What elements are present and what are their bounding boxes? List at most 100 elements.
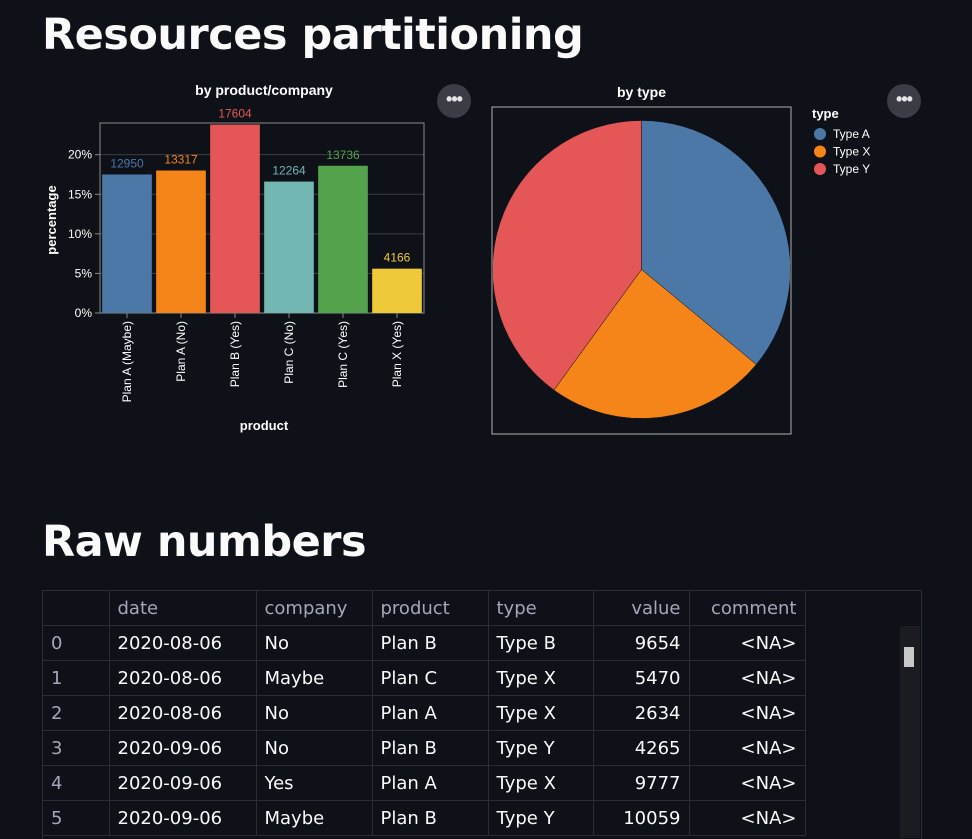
cell-product[interactable]: Plan B — [372, 730, 489, 766]
legend-title: type — [812, 106, 839, 121]
cell-type[interactable]: Type Y — [488, 800, 594, 836]
data-table[interactable]: date company product type value comment … — [42, 590, 922, 839]
chart-menu-button[interactable]: ••• — [437, 84, 471, 118]
scrollbar-thumb[interactable] — [904, 647, 914, 667]
x-axis-label: product — [240, 418, 289, 433]
chart-title: by product/company — [195, 82, 333, 98]
cell-type[interactable]: Type X — [488, 765, 594, 801]
column-header-comment[interactable]: comment — [689, 591, 806, 626]
cell-type[interactable]: Type Y — [488, 730, 594, 766]
column-header-company[interactable]: company — [256, 591, 373, 626]
legend-label: Type Y — [833, 162, 870, 176]
x-tick-label: Plan C (No) — [282, 321, 296, 384]
legend-label: Type X — [833, 145, 870, 159]
y-tick-label: 10% — [68, 227, 92, 241]
cell-date[interactable]: 2020-09-06 — [109, 800, 257, 836]
cell-product[interactable]: Plan A — [372, 695, 489, 731]
cell-type[interactable]: Type X — [488, 695, 594, 731]
bar — [102, 174, 152, 313]
column-header-index[interactable] — [43, 591, 110, 626]
table-row[interactable]: 2 2020-08-06 No Plan A Type X 2634 <NA> — [43, 695, 806, 731]
cell-value[interactable]: 5470 — [593, 660, 690, 696]
cell-company[interactable]: No — [256, 730, 373, 766]
bar — [210, 124, 260, 313]
cell-comment[interactable]: <NA> — [689, 800, 806, 836]
more-horizontal-icon: ••• — [446, 89, 463, 109]
row-index[interactable]: 0 — [43, 625, 110, 661]
y-axis-label: percentage — [44, 185, 59, 254]
row-index[interactable]: 3 — [43, 730, 110, 766]
x-tick-label: Plan X (Yes) — [390, 321, 404, 387]
bar-data-label: 4166 — [384, 251, 411, 265]
bar — [318, 165, 368, 313]
bar — [372, 268, 422, 313]
bar-data-label: 12264 — [272, 164, 306, 178]
table-scrollbar[interactable] — [900, 626, 920, 838]
row-index[interactable]: 1 — [43, 660, 110, 696]
bar — [264, 181, 314, 313]
chart-menu-button[interactable]: ••• — [887, 84, 921, 118]
page-title: Resources partitioning — [42, 10, 584, 60]
column-header-type[interactable]: type — [488, 591, 594, 626]
section-title-raw-numbers: Raw numbers — [42, 517, 367, 567]
y-tick-label: 0% — [75, 306, 93, 320]
row-index[interactable]: 5 — [43, 800, 110, 836]
y-tick-label: 15% — [68, 187, 92, 201]
chart-title: by type — [617, 84, 666, 100]
cell-value[interactable]: 4265 — [593, 730, 690, 766]
cell-comment[interactable]: <NA> — [689, 660, 806, 696]
bar-chart-svg: by product/company 0% 5% 10% 15% 20% 12950 Plan… — [44, 82, 425, 433]
cell-date[interactable]: 2020-08-06 — [109, 695, 257, 731]
cell-company[interactable]: Yes — [256, 765, 373, 801]
x-tick-label: Plan A (No) — [174, 321, 188, 382]
cell-date[interactable]: 2020-09-06 — [109, 730, 257, 766]
table-row[interactable]: 3 2020-09-06 No Plan B Type Y 4265 <NA> — [43, 730, 806, 766]
cell-value[interactable]: 9777 — [593, 765, 690, 801]
cell-company[interactable]: Maybe — [256, 800, 373, 836]
cell-date[interactable]: 2020-08-06 — [109, 625, 257, 661]
bar-data-label: 17604 — [218, 107, 252, 121]
column-header-product[interactable]: product — [372, 591, 489, 626]
cell-type[interactable]: Type X — [488, 660, 594, 696]
legend-swatch — [814, 163, 826, 175]
cell-date[interactable]: 2020-08-06 — [109, 660, 257, 696]
cell-product[interactable]: Plan B — [372, 625, 489, 661]
row-index[interactable]: 2 — [43, 695, 110, 731]
pie-chart-by-type: by type type Type A Type X Type Y — [480, 78, 900, 448]
table-row[interactable]: 4 2020-09-06 Yes Plan A Type X 9777 <NA> — [43, 765, 806, 801]
cell-comment[interactable]: <NA> — [689, 625, 806, 661]
cell-type[interactable]: Type B — [488, 625, 594, 661]
cell-value[interactable]: 2634 — [593, 695, 690, 731]
cell-product[interactable]: Plan C — [372, 660, 489, 696]
cell-company[interactable]: No — [256, 625, 373, 661]
column-header-value[interactable]: value — [593, 591, 690, 626]
pie-chart-svg: by type type Type A Type X Type Y — [491, 84, 870, 435]
legend-swatch — [814, 128, 826, 140]
cell-comment[interactable]: <NA> — [689, 765, 806, 801]
cell-product[interactable]: Plan A — [372, 765, 489, 801]
bar-chart-by-product: by product/company 0% 5% 10% 15% 20% 12950 Plan… — [40, 78, 440, 448]
legend-swatch — [814, 145, 826, 158]
table-row[interactable]: 0 2020-08-06 No Plan B Type B 9654 <NA> — [43, 625, 806, 661]
y-tick-label: 20% — [68, 148, 92, 162]
cell-comment[interactable]: <NA> — [689, 695, 806, 731]
y-tick-label: 5% — [75, 266, 93, 280]
x-tick-label: Plan C (Yes) — [336, 321, 350, 388]
table-row[interactable]: 5 2020-09-06 Maybe Plan B Type Y 10059 <NA> — [43, 800, 806, 836]
cell-company[interactable]: No — [256, 695, 373, 731]
table-row[interactable]: 1 2020-08-06 Maybe Plan C Type X 5470 <NA> — [43, 660, 806, 696]
cell-date[interactable]: 2020-09-06 — [109, 765, 257, 801]
cell-value[interactable]: 9654 — [593, 625, 690, 661]
row-index[interactable]: 4 — [43, 765, 110, 801]
more-horizontal-icon: ••• — [896, 89, 913, 109]
bar — [156, 170, 206, 313]
cell-comment[interactable]: <NA> — [689, 730, 806, 766]
bar-data-label: 13317 — [164, 153, 198, 167]
cell-value[interactable]: 10059 — [593, 800, 690, 836]
column-header-date[interactable]: date — [109, 591, 257, 626]
bar-data-label: 13736 — [326, 148, 360, 162]
cell-product[interactable]: Plan B — [372, 800, 489, 836]
cell-company[interactable]: Maybe — [256, 660, 373, 696]
table-header-row: date company product type value comment — [43, 591, 806, 626]
bar-data-label: 12950 — [110, 156, 144, 170]
